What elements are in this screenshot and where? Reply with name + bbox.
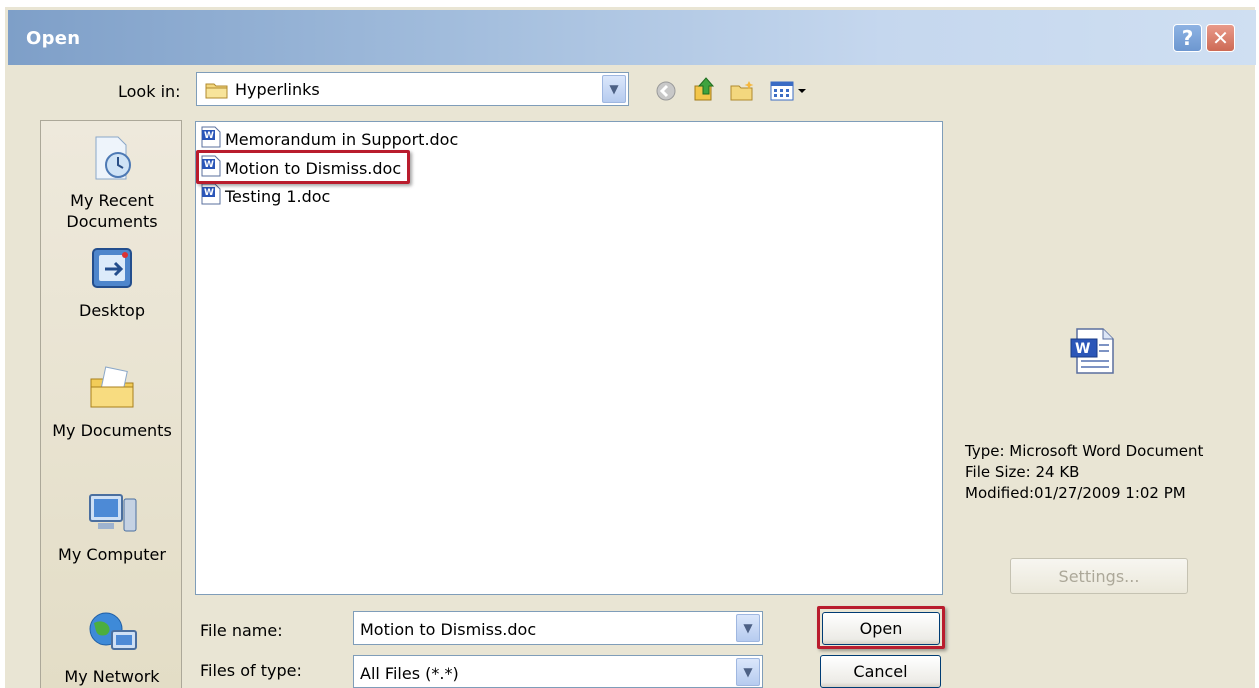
title-bar[interactable]: Open ? ✕ [8, 10, 1256, 65]
chevron-down-icon: ▼ [743, 665, 753, 679]
file-name-field[interactable]: Motion to Dismiss.doc ▼ [353, 611, 763, 645]
place-my-computer[interactable]: My Computer [41, 491, 183, 565]
dialog-title: Open [26, 28, 81, 49]
settings-button[interactable]: Settings... [1010, 558, 1188, 594]
file-modified-info: Modified:01/27/2009 1:02 PM [965, 484, 1186, 502]
selected-file-highlight [196, 150, 410, 184]
chevron-down-icon: ▼ [609, 82, 619, 96]
place-label-line1: Desktop [79, 301, 145, 320]
close-icon: ✕ [1212, 26, 1229, 50]
place-desktop[interactable]: Desktop [41, 247, 183, 321]
file-list[interactable]: W Memorandum in Support.doc W Motion to … [195, 121, 943, 595]
file-name-value: Motion to Dismiss.doc [360, 620, 537, 639]
list-item[interactable]: W Memorandum in Support.doc [200, 126, 459, 152]
my-network-icon [41, 609, 183, 662]
place-my-documents[interactable]: My Documents [41, 365, 183, 441]
look-in-label: Look in: [118, 82, 181, 101]
file-type-dropdown[interactable]: All Files (*.*) ▼ [353, 655, 763, 688]
file-type-value: All Files (*.*) [360, 664, 459, 683]
look-in-dropdown-button[interactable]: ▼ [602, 75, 626, 103]
my-documents-icon [41, 365, 183, 416]
new-folder-icon[interactable] [730, 80, 756, 106]
close-button[interactable]: ✕ [1206, 24, 1235, 52]
cancel-button[interactable]: Cancel [820, 655, 941, 688]
file-type-info: Type: Microsoft Word Document [965, 442, 1204, 460]
preview-word-document-icon: W [1069, 327, 1121, 379]
window-right-border [1255, 0, 1259, 688]
folder-icon [205, 81, 229, 103]
look-in-dropdown[interactable]: Hyperlinks ▼ [196, 72, 629, 106]
file-name: Testing 1.doc [225, 186, 331, 206]
svg-text:W: W [1075, 341, 1090, 357]
chevron-down-icon: ▼ [743, 621, 753, 635]
file-size-info: File Size: 24 KB [965, 463, 1080, 481]
recent-documents-icon [41, 135, 183, 186]
place-my-network[interactable]: My Network [41, 609, 183, 687]
file-name-dropdown-button[interactable]: ▼ [736, 614, 760, 642]
svg-text:W: W [204, 131, 214, 141]
my-computer-icon [41, 491, 183, 540]
up-folder-icon[interactable] [692, 76, 718, 106]
places-bar: My Recent Documents Desktop My Documents… [40, 120, 182, 688]
svg-text:W: W [204, 188, 214, 198]
open-dialog: Open ? ✕ Look in: Hyperlinks ▼ My Recent… [0, 0, 1259, 688]
place-label-line1: My Recent [70, 191, 154, 210]
open-button-highlight [817, 606, 945, 649]
file-info: Type: Microsoft Word Document File Size:… [965, 441, 1203, 504]
word-document-icon: W [200, 183, 222, 209]
file-name: Memorandum in Support.doc [225, 129, 459, 149]
place-label-line2: Documents [66, 212, 158, 231]
desktop-icon [41, 247, 183, 296]
place-my-recent-documents[interactable]: My Recent Documents [41, 135, 183, 232]
file-name-label: File name: [200, 621, 283, 640]
back-icon[interactable] [655, 80, 677, 106]
window-left-border [0, 0, 5, 688]
list-item[interactable]: W Testing 1.doc [200, 183, 331, 209]
help-icon: ? [1181, 26, 1194, 50]
window-top-border [0, 0, 1259, 7]
look-in-value: Hyperlinks [235, 80, 320, 99]
place-label-line1: My Documents [52, 421, 172, 440]
word-document-icon: W [200, 126, 222, 152]
place-label-line1: My Network [64, 667, 160, 686]
help-button[interactable]: ? [1173, 24, 1202, 52]
place-label-line1: My Computer [58, 545, 166, 564]
views-menu-icon[interactable] [770, 80, 810, 106]
file-type-label: Files of type: [200, 661, 302, 680]
file-type-dropdown-button[interactable]: ▼ [736, 658, 760, 686]
